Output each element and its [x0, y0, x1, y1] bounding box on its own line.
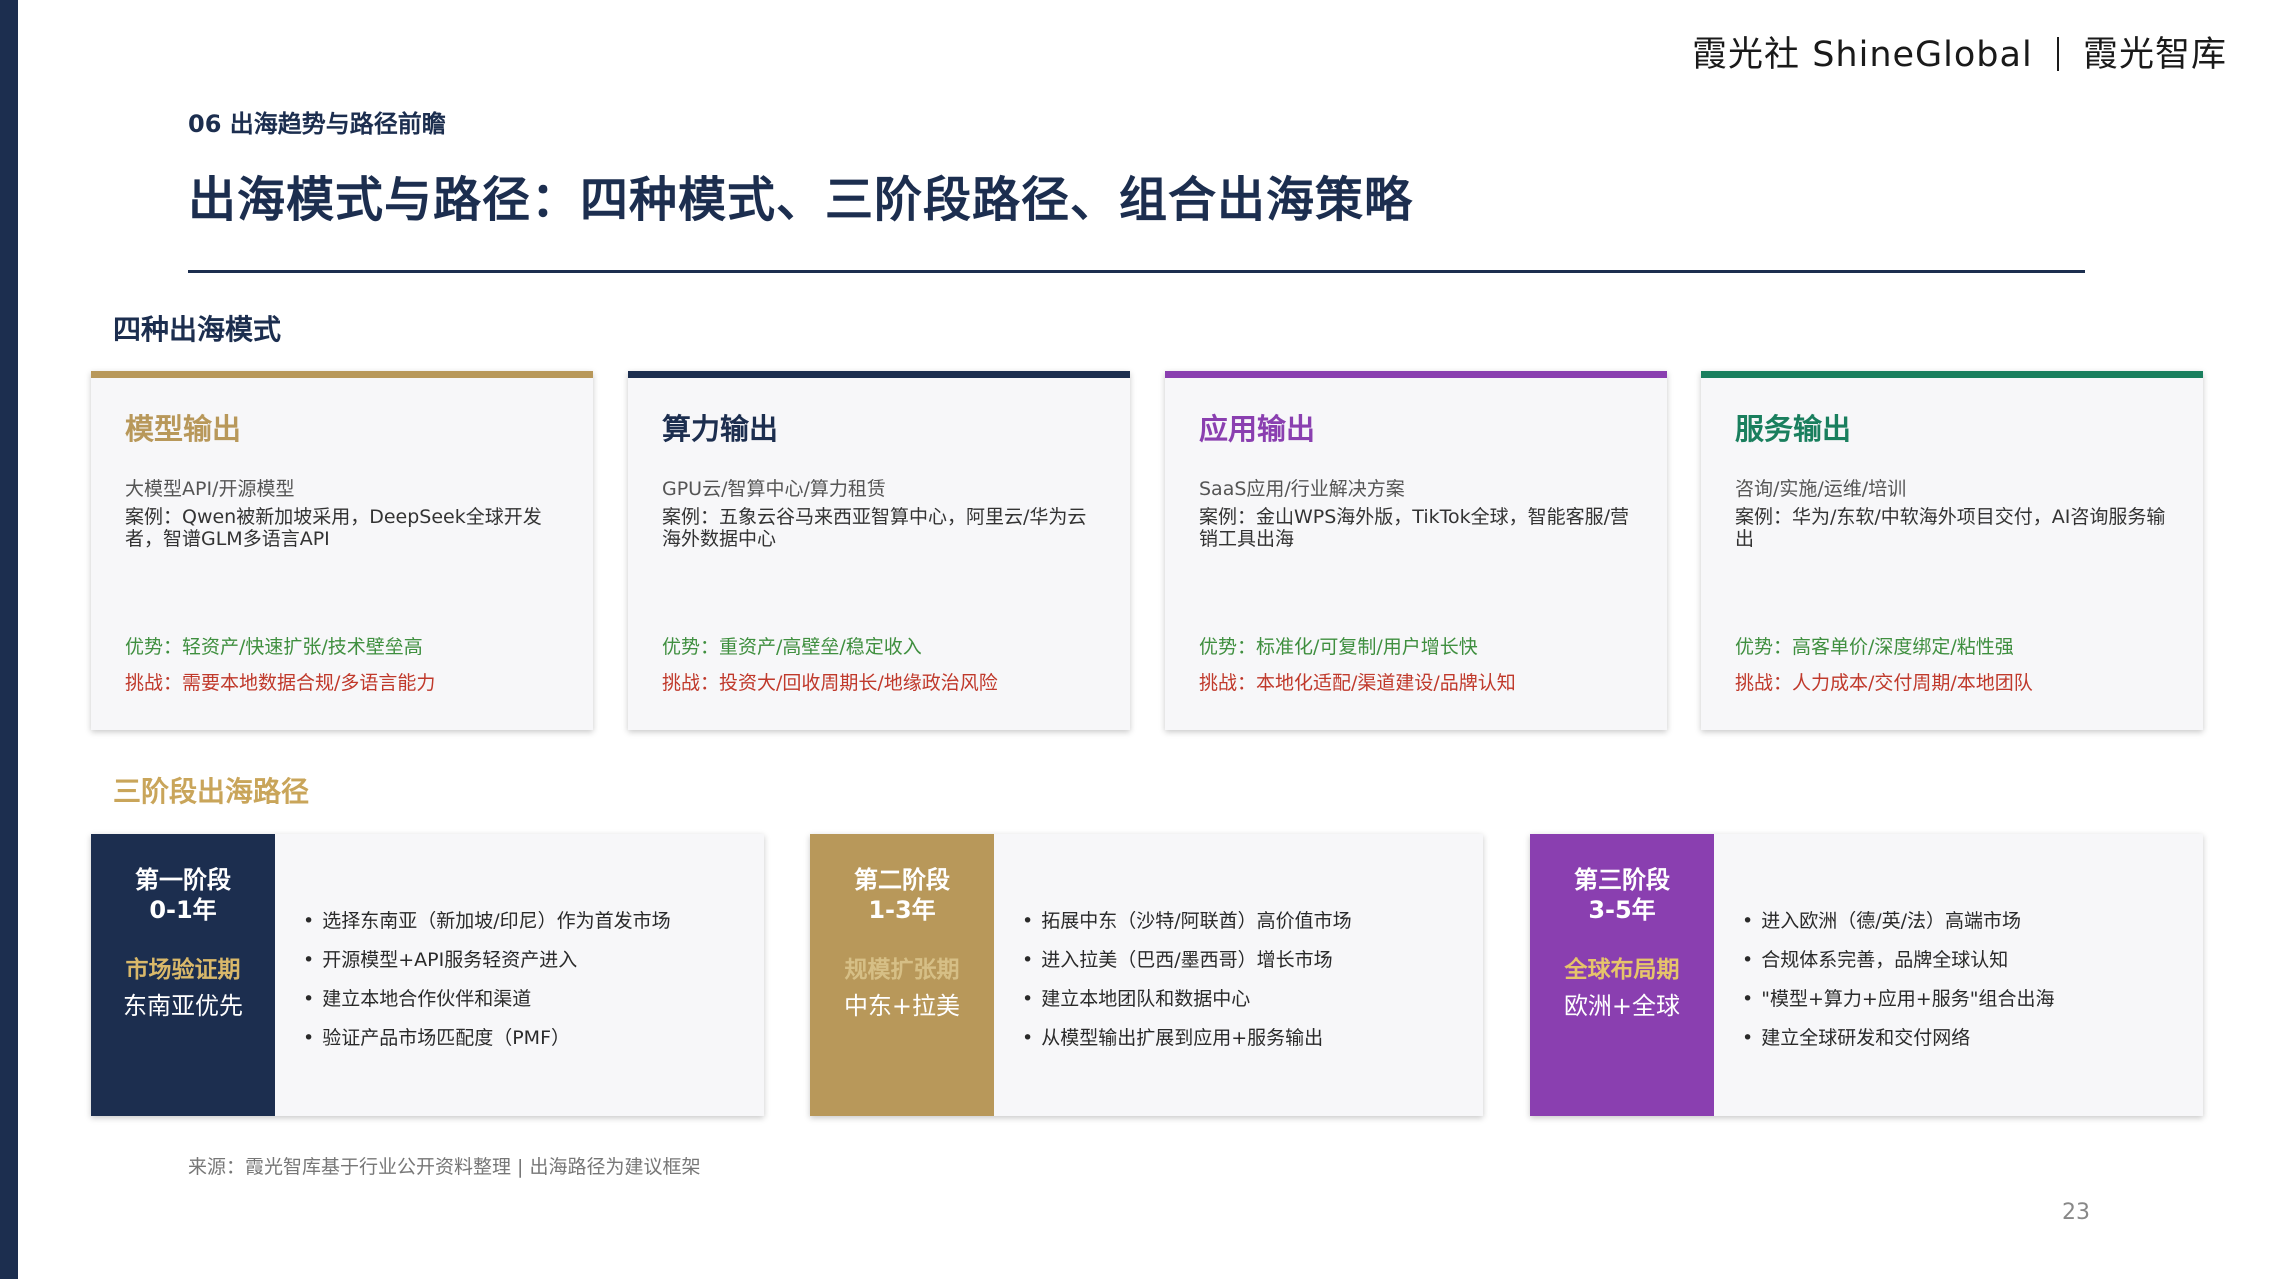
modes-heading: 四种出海模式	[113, 313, 282, 346]
stage-item: 建立本地团队和数据中心	[1022, 980, 1352, 1019]
title-divider	[188, 270, 2085, 273]
mode-card-case: 案例：华为/东软/中软海外项目交付，AI咨询服务输出	[1735, 506, 2166, 550]
mode-card-application: 应用输出 SaaS应用/行业解决方案 案例：金山WPS海外版，TikTok全球，…	[1165, 371, 1667, 730]
source-note: 来源：霞光智库基于行业公开资料整理 | 出海路径为建议框架	[188, 1156, 701, 1178]
mode-card-advantage: 优势：轻资产/快速扩张/技术壁垒高	[125, 636, 423, 658]
stage-label-panel: 第一阶段 0-1年 市场验证期 东南亚优先	[91, 834, 275, 1116]
stage-item: 进入欧洲（德/英/法）高端市场	[1742, 902, 2054, 941]
stages-heading: 三阶段出海路径	[113, 775, 310, 808]
mode-card-advantage: 优势：重资产/高壁垒/稳定收入	[662, 636, 922, 658]
stage-label-panel: 第二阶段 1-3年 规模扩张期 中东+拉美	[810, 834, 994, 1116]
brand-separator	[2056, 37, 2059, 71]
mode-card-challenge: 挑战：投资大/回收周期长/地缘政治风险	[662, 672, 998, 694]
mode-card-case: 案例：金山WPS海外版，TikTok全球，智能客服/营销工具出海	[1199, 506, 1630, 550]
mode-card-case: 案例：五象云谷马来西亚智算中心，阿里云/华为云海外数据中心	[662, 506, 1087, 550]
section-label: 06 出海趋势与路径前瞻	[188, 110, 446, 138]
stage-card-1: 第一阶段 0-1年 市场验证期 东南亚优先 选择东南亚（新加坡/印尼）作为首发市…	[91, 834, 764, 1116]
stage-item: 验证产品市场匹配度（PMF）	[303, 1019, 671, 1058]
mode-card-subtitle: 咨询/实施/运维/培训	[1735, 478, 1907, 500]
stage-items: 选择东南亚（新加坡/印尼）作为首发市场 开源模型+API服务轻资产进入 建立本地…	[303, 902, 671, 1058]
stage-card-3: 第三阶段 3-5年 全球布局期 欧洲+全球 进入欧洲（德/英/法）高端市场 合规…	[1530, 834, 2203, 1116]
stage-item: 建立全球研发和交付网络	[1742, 1019, 2054, 1058]
mode-card-subtitle: GPU云/智算中心/算力租赁	[662, 478, 886, 500]
mode-card-service: 服务输出 咨询/实施/运维/培训 案例：华为/东软/中软海外项目交付，AI咨询服…	[1701, 371, 2203, 730]
stage-years: 0-1年	[149, 896, 217, 924]
mode-card-challenge: 挑战：本地化适配/渠道建设/品牌认知	[1199, 672, 1516, 694]
stage-item: 开源模型+API服务轻资产进入	[303, 941, 671, 980]
stage-region: 欧洲+全球	[1563, 992, 1681, 1020]
stage-region: 中东+拉美	[843, 992, 961, 1020]
stage-phase: 全球布局期	[1564, 957, 1680, 983]
stage-years: 1-3年	[868, 896, 936, 924]
mode-card-compute: 算力输出 GPU云/智算中心/算力租赁 案例：五象云谷马来西亚智算中心，阿里云/…	[628, 371, 1130, 730]
brand-name-middle: ShineGlobal	[1812, 35, 2033, 75]
mode-card-title: 模型输出	[125, 412, 242, 446]
stage-item: 合规体系完善，品牌全球认知	[1742, 941, 2054, 980]
mode-card-title: 算力输出	[662, 412, 779, 446]
mode-card-advantage: 优势：高客单价/深度绑定/粘性强	[1735, 636, 2014, 658]
stage-item: 进入拉美（巴西/墨西哥）增长市场	[1022, 941, 1352, 980]
mode-card-model: 模型输出 大模型API/开源模型 案例：Qwen被新加坡采用，DeepSeek全…	[91, 371, 593, 730]
stage-phase: 市场验证期	[125, 957, 241, 983]
stage-card-2: 第二阶段 1-3年 规模扩张期 中东+拉美 拓展中东（沙特/阿联酋）高价值市场 …	[810, 834, 1483, 1116]
stage-item: 拓展中东（沙特/阿联酋）高价值市场	[1022, 902, 1351, 941]
mode-card-subtitle: 大模型API/开源模型	[125, 478, 295, 500]
brand-name-right: 霞光智库	[2082, 35, 2227, 75]
mode-card-challenge: 挑战：需要本地数据合规/多语言能力	[125, 672, 436, 694]
stage-item: 选择东南亚（新加坡/印尼）作为首发市场	[303, 902, 670, 941]
mode-card-title: 服务输出	[1735, 412, 1852, 446]
stage-item: 从模型输出扩展到应用+服务输出	[1022, 1019, 1352, 1058]
mode-card-subtitle: SaaS应用/行业解决方案	[1199, 478, 1405, 500]
stage-label-panel: 第三阶段 3-5年 全球布局期 欧洲+全球	[1530, 834, 1714, 1116]
mode-card-advantage: 优势：标准化/可复制/用户增长快	[1199, 636, 1478, 658]
stage-items: 进入欧洲（德/英/法）高端市场 合规体系完善，品牌全球认知 "模型+算力+应用+…	[1742, 902, 2054, 1058]
stage-item: 建立本地合作伙伴和渠道	[303, 980, 671, 1019]
brand-name-left: 霞光社	[1692, 35, 1801, 75]
page-title: 出海模式与路径：四种模式、三阶段路径、组合出海策略	[188, 172, 1414, 228]
mode-card-challenge: 挑战：人力成本/交付周期/本地团队	[1735, 672, 2033, 694]
stage-item: "模型+算力+应用+服务"组合出海	[1742, 980, 2054, 1019]
stage-years: 3-5年	[1588, 896, 1656, 924]
mode-card-case: 案例：Qwen被新加坡采用，DeepSeek全球开发者，智谱GLM多语言API	[125, 506, 542, 550]
page-number: 23	[2062, 1200, 2090, 1225]
stage-region: 东南亚优先	[123, 992, 243, 1020]
brand-logo: 霞光社 ShineGlobal 霞光智库	[1692, 26, 2227, 77]
mode-card-title: 应用输出	[1199, 412, 1316, 446]
stage-phase: 规模扩张期	[844, 957, 960, 983]
left-accent-bar	[0, 0, 18, 1279]
stage-items: 拓展中东（沙特/阿联酋）高价值市场 进入拉美（巴西/墨西哥）增长市场 建立本地团…	[1022, 902, 1352, 1058]
